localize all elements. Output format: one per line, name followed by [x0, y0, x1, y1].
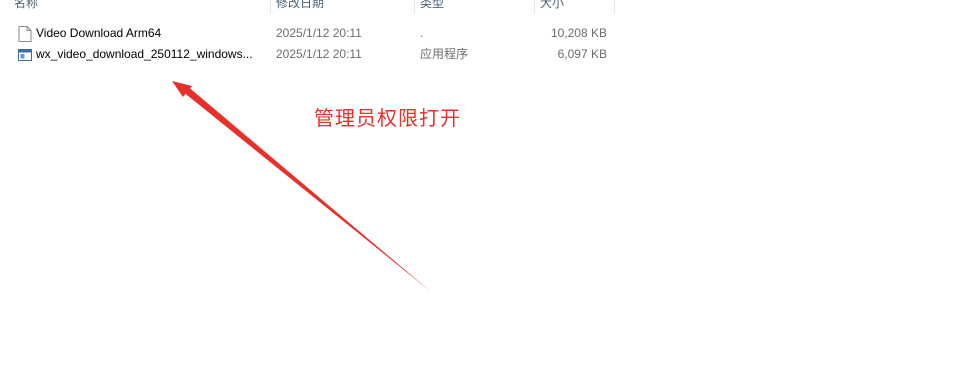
annotation-arrow-icon — [172, 81, 430, 291]
